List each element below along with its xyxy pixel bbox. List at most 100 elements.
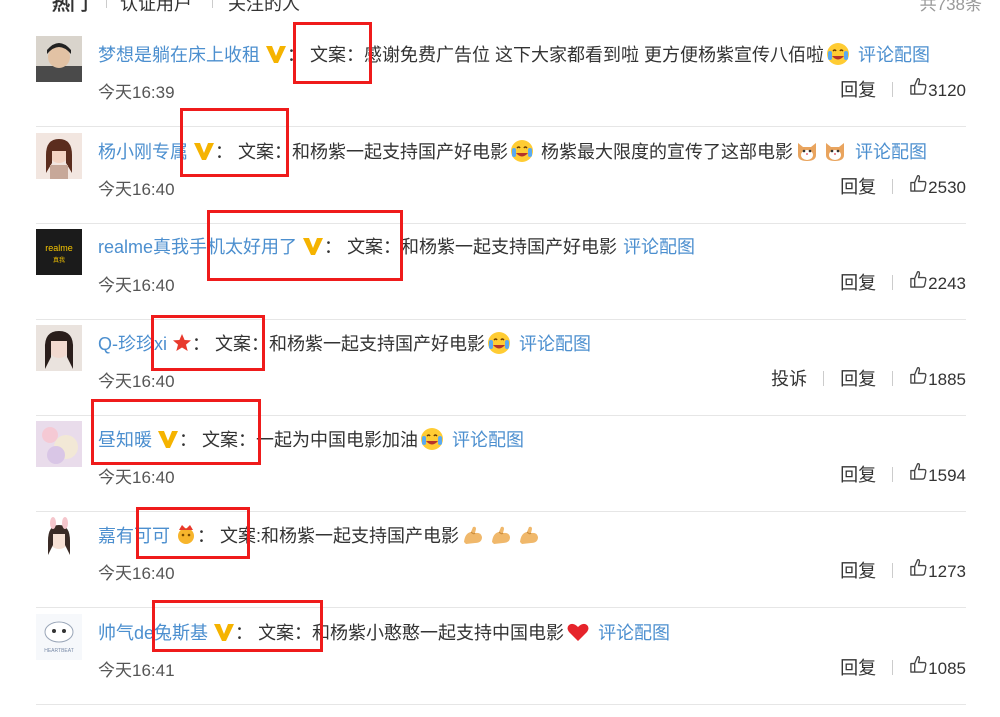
comment-timestamp: 今天16:41 <box>98 661 175 680</box>
comment-colon: ： <box>192 334 211 354</box>
report-button[interactable]: 投诉 <box>771 365 807 391</box>
comment-row: HEARTBEAT 帅气de兔斯基 ： 文案：和杨紫小憨憨一起支持中国电影 评论配图… <box>36 608 966 705</box>
like-button[interactable]: 3120 <box>909 77 966 101</box>
comment-colon: ： <box>287 45 306 65</box>
comment-picture-link[interactable]: 评论配图 <box>623 237 695 257</box>
vip-v-icon <box>193 141 215 167</box>
like-button[interactable]: 2243 <box>909 270 966 294</box>
like-count: 1085 <box>928 659 966 678</box>
reply-button[interactable]: 回复 <box>840 76 876 102</box>
avatar[interactable] <box>36 517 82 563</box>
comment-text: 文案：和杨紫一起支持国产好电影 <box>347 237 618 257</box>
svg-text:realme: realme <box>45 243 73 253</box>
comment-actions: 回复 3120 <box>840 76 966 102</box>
thumbs-up-icon <box>910 175 927 192</box>
like-count: 2530 <box>928 178 966 197</box>
like-button[interactable]: 1885 <box>909 366 966 390</box>
reply-button[interactable]: 回复 <box>840 654 876 680</box>
comment-content: 嘉有可可 ： 文案:和杨紫一起支持国产电影 <box>98 523 543 551</box>
tab-divider <box>212 0 213 8</box>
comment-colon: ： <box>324 237 343 257</box>
tab-verified-users[interactable]: 认证用户 <box>120 0 192 16</box>
muscle-emoji <box>489 523 513 547</box>
action-divider <box>892 371 894 386</box>
comment-content: 梦想是躺在床上收租 ： 文案：感谢免费广告位 这下大家都看到啦 更方便杨紫宣传八… <box>98 42 930 70</box>
comment-timestamp: 今天16:40 <box>98 564 175 583</box>
like-button[interactable]: 1594 <box>909 462 966 486</box>
comment-picture-link[interactable]: 评论配图 <box>452 430 524 450</box>
like-button[interactable]: 1273 <box>909 558 966 582</box>
action-divider <box>892 179 894 194</box>
comment-text: 文案：和杨紫一起支持国产好电影 <box>215 334 486 354</box>
cry-laugh-emoji <box>510 139 534 163</box>
avatar[interactable]: realme 真我 <box>36 229 82 275</box>
username-link[interactable]: 杨小刚专属 <box>98 142 188 162</box>
comment-row: 杨小刚专属 ： 文案：和杨紫一起支持国产好电影 杨紫最大限度的宣传了这部电影 评论… <box>36 127 966 224</box>
username-link[interactable]: realme真我手机太好用了 <box>98 237 297 257</box>
avatar[interactable]: HEARTBEAT <box>36 614 82 660</box>
comment-total-count: 共738条 <box>919 0 982 14</box>
like-count: 2243 <box>928 274 966 293</box>
avatar[interactable] <box>36 421 82 467</box>
avatar[interactable] <box>36 36 82 82</box>
reply-button[interactable]: 回复 <box>840 365 876 391</box>
comment-actions: 投诉 回复 1885 <box>771 365 966 391</box>
like-button[interactable]: 1085 <box>909 655 966 679</box>
comment-row: 嘉有可可 ： 文案:和杨紫一起支持国产电影今天16:40 回复 1273 <box>36 511 966 608</box>
username-link[interactable]: 帅气de兔斯基 <box>98 623 208 643</box>
action-divider <box>892 563 894 578</box>
comment-content: 杨小刚专属 ： 文案：和杨紫一起支持国产好电影 杨紫最大限度的宣传了这部电影 评论… <box>98 139 927 167</box>
comment-tabs: 热门 认证用户 关注的人 共738条 <box>0 0 1000 16</box>
thumbs-up-icon <box>910 656 927 673</box>
cry-laugh-emoji <box>487 331 511 355</box>
comment-colon: ： <box>215 142 234 162</box>
comment-text: 文案:和杨紫一起支持国产电影 <box>220 526 460 546</box>
tab-following[interactable]: 关注的人 <box>228 0 300 16</box>
comment-picture-link[interactable]: 评论配图 <box>855 142 927 162</box>
comment-timestamp: 今天16:40 <box>98 372 175 391</box>
comment-text: 文案：一起为中国电影加油 <box>202 430 419 450</box>
reply-button[interactable]: 回复 <box>840 461 876 487</box>
comment-picture-link[interactable]: 评论配图 <box>519 334 591 354</box>
tab-hot[interactable]: 热门 <box>52 0 88 16</box>
comment-actions: 回复 1085 <box>840 654 966 680</box>
comment-content: realme真我手机太好用了 ： 文案：和杨紫一起支持国产好电影 评论配图 <box>98 235 695 262</box>
tab-divider <box>106 0 107 8</box>
thumbs-up-icon <box>910 463 927 480</box>
like-count: 1885 <box>928 370 966 389</box>
like-button[interactable]: 2530 <box>909 174 966 198</box>
action-divider <box>892 660 894 675</box>
thumbs-up-icon <box>910 271 927 288</box>
username-link[interactable]: Q-珍珍xi <box>98 334 167 354</box>
username-link[interactable]: 昼知暖 <box>98 430 152 450</box>
comment-picture-link[interactable]: 评论配图 <box>858 45 930 65</box>
svg-text:HEARTBEAT: HEARTBEAT <box>44 648 74 654</box>
star-badge-icon <box>172 333 192 359</box>
avatar[interactable] <box>36 133 82 179</box>
comment-row: 昼知暖 ： 文案：一起为中国电影加油 评论配图 今天16:40 回复 1594 <box>36 415 966 512</box>
cat-emoji <box>795 139 819 163</box>
vip-v-icon <box>265 44 287 70</box>
comment-actions: 回复 1273 <box>840 557 966 583</box>
comment-row: Q-珍珍xi ： 文案：和杨紫一起支持国产好电影 评论配图今天16:40 投诉 回复 1… <box>36 319 966 416</box>
muscle-emoji <box>461 523 485 547</box>
comment-timestamp: 今天16:39 <box>98 83 175 102</box>
like-count: 3120 <box>928 81 966 100</box>
comment-text: 文案：和杨紫小憨憨一起支持中国电影 <box>258 623 565 643</box>
comment-content: 帅气de兔斯基 ： 文案：和杨紫小憨憨一起支持中国电影 评论配图 <box>98 620 670 648</box>
crown-badge-icon <box>175 523 197 551</box>
username-link[interactable]: 梦想是躺在床上收租 <box>98 45 260 65</box>
vip-v-icon <box>302 236 324 262</box>
comment-actions: 回复 2243 <box>840 269 966 295</box>
avatar[interactable] <box>36 325 82 371</box>
comment-timestamp: 今天16:40 <box>98 276 175 295</box>
reply-button[interactable]: 回复 <box>840 557 876 583</box>
comment-picture-link[interactable]: 评论配图 <box>598 623 670 643</box>
cry-laugh-emoji <box>420 427 444 451</box>
reply-button[interactable]: 回复 <box>840 269 876 295</box>
reply-button[interactable]: 回复 <box>840 173 876 199</box>
comment-timestamp: 今天16:40 <box>98 180 175 199</box>
action-divider <box>892 82 894 97</box>
comment-colon: ： <box>179 430 198 450</box>
username-link[interactable]: 嘉有可可 <box>98 526 170 546</box>
